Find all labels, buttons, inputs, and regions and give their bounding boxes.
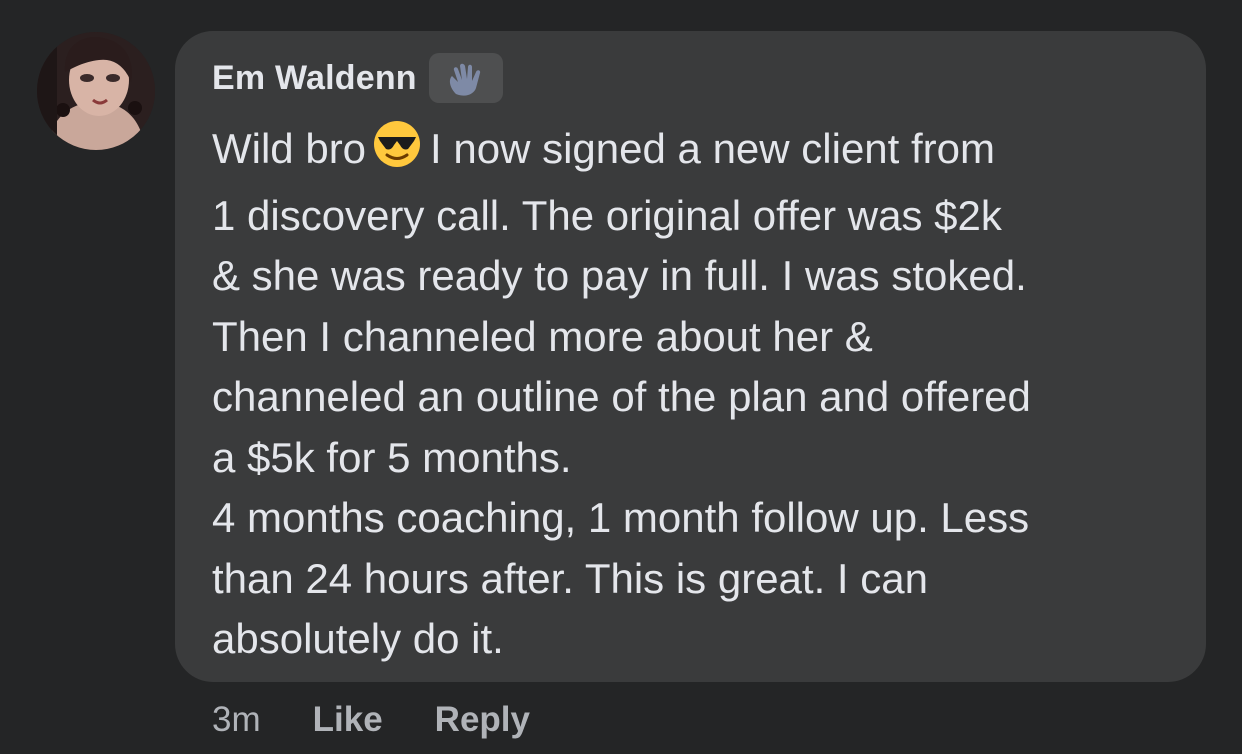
comment-line: than 24 hours after. This is great. I ca…	[212, 554, 928, 602]
comment-line: & she was ready to pay in full. I was st…	[212, 252, 1027, 299]
comment-line: Wild bro I now signed a new client from	[212, 119, 1187, 186]
comment-line: channeled an outline of the plan and off…	[212, 373, 1031, 420]
comment-text-start: Wild bro	[212, 125, 367, 172]
like-button[interactable]: Like	[313, 700, 383, 740]
comment-line: a $5k for 5 months.	[212, 433, 572, 481]
author-row: Em Waldenn	[212, 53, 503, 103]
comment-line: absolutely do it.	[212, 615, 504, 662]
avatar[interactable]	[37, 32, 155, 150]
comment-line: 1 discovery call. The original offer was…	[212, 191, 1002, 239]
comment-timestamp[interactable]: 3m	[212, 700, 261, 740]
comment-text-after-emoji: I now signed a new client from	[430, 125, 995, 172]
author-name[interactable]: Em Waldenn	[212, 59, 417, 98]
waving-hand-icon	[428, 53, 503, 103]
comment-bubble: Em Waldenn Wild bro I now signed a new cl…	[175, 31, 1206, 682]
comment-actions: 3m Like Reply	[212, 700, 582, 740]
smiling-face-with-sunglasses-icon	[372, 119, 422, 186]
reply-button[interactable]: Reply	[435, 700, 530, 740]
comment-line: 4 months coaching, 1 month follow up. Le…	[212, 494, 1030, 541]
avatar-photo	[37, 32, 155, 150]
comment-line: Then I channeled more about her &	[212, 312, 873, 360]
comment-text: Wild bro I now signed a new client from 1…	[212, 119, 1187, 670]
